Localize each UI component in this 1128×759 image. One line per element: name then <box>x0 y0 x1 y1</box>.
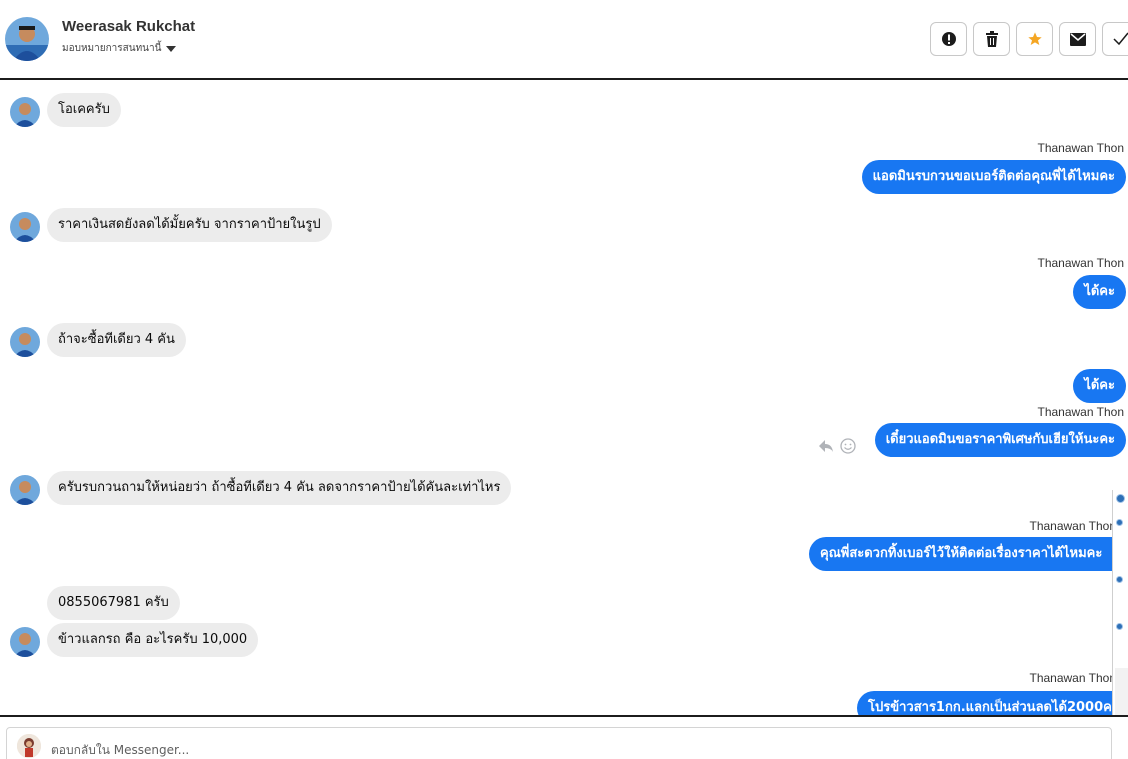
assign-conversation-dropdown[interactable]: มอบหมายการสนทนานี้ <box>62 41 177 56</box>
incoming-message[interactable]: โอเคครับ <box>47 93 121 127</box>
star-icon <box>1027 32 1042 45</box>
contact-avatar-small <box>10 212 40 242</box>
outgoing-message[interactable]: โปรข้าวสาร1กก.แลกเป็นส่วนลดได้2000คะ <box>857 691 1128 715</box>
delete-button[interactable] <box>973 22 1010 56</box>
seen-avatar-icon <box>1116 623 1123 630</box>
outgoing-message[interactable]: ได้คะ <box>1073 275 1126 309</box>
sender-name: Thanawan Thon <box>1029 519 1116 533</box>
star-button[interactable] <box>1016 22 1053 56</box>
page-avatar <box>17 734 41 758</box>
seen-avatar-icon <box>1116 494 1125 503</box>
message-actions <box>818 438 856 454</box>
incoming-message[interactable]: ครับรบกวนถามให้หน่อยว่า ถ้าซื้อทีเดียว 4… <box>47 471 512 505</box>
contact-avatar[interactable] <box>5 17 49 61</box>
check-icon <box>1112 32 1128 46</box>
incoming-message[interactable]: 0855067981 ครับ <box>47 586 180 620</box>
outgoing-message[interactable]: ได้คะ <box>1073 369 1126 403</box>
incoming-message[interactable]: ถ้าจะซื้อทีเดียว 4 คัน <box>47 323 186 357</box>
incoming-message[interactable]: ราคาเงินสดยังลดได้มั้ยครับ จากราคาป้ายใน… <box>47 208 332 242</box>
sender-name: Thanawan Thon <box>1029 671 1116 685</box>
message-thread[interactable]: โอเคครับ Thanawan Thon แอดมินรบกวนขอเบอร… <box>0 82 1128 715</box>
mark-spam-button[interactable] <box>930 22 967 56</box>
contact-avatar-small <box>10 97 40 127</box>
reply-icon[interactable] <box>818 439 834 453</box>
outgoing-message[interactable]: คุณพี่สะดวกทิ้งเบอร์ไว้ให้ติดต่อเรื่องรา… <box>809 537 1114 571</box>
contact-avatar-small <box>10 475 40 505</box>
contact-name[interactable]: Weerasak Rukchat <box>62 18 195 35</box>
assign-label: มอบหมายการสนทนานี้ <box>62 43 162 54</box>
sender-name: Thanawan Thon <box>1037 405 1124 419</box>
seen-avatar-icon <box>1116 576 1123 583</box>
read-receipt-rail <box>1112 490 1128 715</box>
mail-icon <box>1069 32 1086 46</box>
mark-unread-button[interactable] <box>1059 22 1096 56</box>
reply-input[interactable]: ตอบกลับใน Messenger... <box>6 727 1112 759</box>
alert-icon <box>941 32 956 46</box>
conversation-header: Weerasak Rukchat มอบหมายการสนทนานี้ <box>0 0 1128 80</box>
incoming-message[interactable]: ข้าวแลกรถ คือ อะไรครับ 10,000 <box>47 623 259 657</box>
reply-placeholder: ตอบกลับใน Messenger... <box>51 743 190 757</box>
sender-name: Thanawan Thon <box>1037 141 1124 155</box>
trash-icon <box>985 31 998 47</box>
caret-down-icon <box>166 45 177 52</box>
contact-avatar-small <box>10 327 40 357</box>
composer-bar: ตอบกลับใน Messenger... <box>0 715 1128 759</box>
mark-done-button[interactable] <box>1102 22 1128 56</box>
outgoing-message[interactable]: เดี๋ยวแอดมินขอราคาพิเศษกับเฮียให้นะคะ <box>874 423 1126 457</box>
sender-name: Thanawan Thon <box>1037 256 1124 270</box>
emoji-reaction-icon[interactable] <box>840 438 856 454</box>
scrollbar[interactable] <box>1115 668 1128 715</box>
seen-avatar-icon <box>1116 519 1123 526</box>
contact-avatar-small <box>10 627 40 657</box>
outgoing-message[interactable]: แอดมินรบกวนขอเบอร์ติดต่อคุณพี่ได้ไหมคะ <box>861 160 1126 194</box>
action-toolbar <box>930 22 1128 56</box>
